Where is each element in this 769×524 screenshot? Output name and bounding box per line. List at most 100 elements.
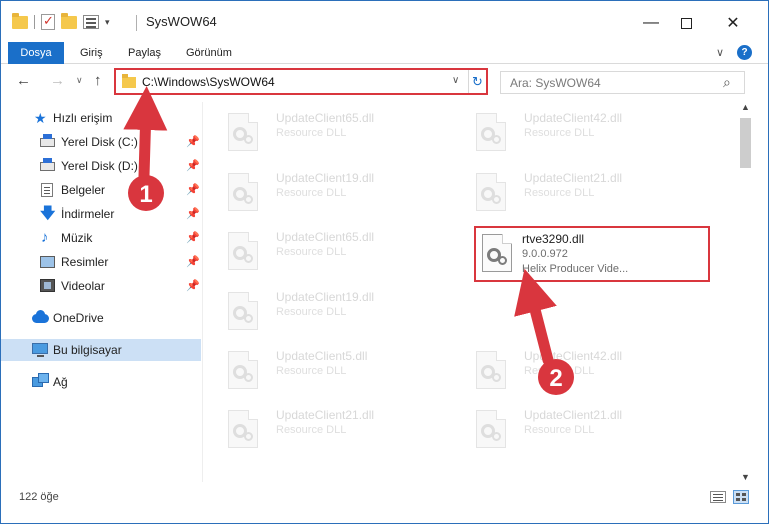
sidebar-item-label: Bu bilgisayar <box>53 343 122 357</box>
pin-icon: 📌 <box>186 184 200 196</box>
pin-icon: 📌 <box>186 232 200 244</box>
address-bar[interactable]: C:\Windows\SysWOW64 ∨ ↻ <box>114 68 488 95</box>
pin-icon: 📌 <box>186 256 200 268</box>
star-icon: ★ <box>34 110 47 126</box>
dll-file-icon <box>228 351 258 389</box>
file-item[interactable]: UpdateClient42.dll Resource DLL <box>452 105 692 163</box>
sidebar-item-this-pc[interactable]: Bu bilgisayar <box>0 339 201 361</box>
file-item[interactable]: UpdateClient5.dll Resource DLL <box>204 343 444 401</box>
sidebar-item-label: Hızlı erişim <box>53 111 113 125</box>
dll-file-icon <box>476 173 506 211</box>
disk-icon <box>40 158 55 171</box>
minimize-icon: — <box>643 14 659 31</box>
details-view-icon[interactable] <box>710 491 726 503</box>
sidebar-item-downloads[interactable]: 🡇 İndirmeler 📌 <box>0 203 201 225</box>
file-name: UpdateClient5.dll <box>276 349 368 363</box>
sidebar-item-videos[interactable]: Videolar 📌 <box>0 275 201 297</box>
file-item[interactable]: UpdateClient65.dll Resource DLL <box>204 224 444 282</box>
sidebar-item-local-disk-d[interactable]: Yerel Disk (D:) 📌 <box>0 155 201 177</box>
search-box[interactable]: Ara: SysWOW64 ⌕ <box>500 71 745 94</box>
ribbon-expand-chevron-icon[interactable]: ∨ <box>716 46 724 59</box>
sidebar-item-quick-access[interactable]: ★ Hızlı erişim <box>0 107 201 129</box>
sidebar-item-label: İndirmeler <box>61 207 115 221</box>
scroll-up-arrow-icon[interactable]: ▲ <box>741 102 750 112</box>
dll-file-icon <box>228 173 258 211</box>
file-name: UpdateClient19.dll <box>276 290 375 304</box>
address-history-chevron-icon[interactable]: ∨ <box>452 75 459 86</box>
sidebar-item-label: Yerel Disk (D:) <box>61 159 138 173</box>
folder-icon[interactable] <box>12 12 28 29</box>
search-input[interactable]: Ara: SysWOW64 <box>510 76 601 90</box>
file-name: UpdateClient21.dll <box>524 171 623 185</box>
quick-access-toolbar: ▾ <box>12 12 110 32</box>
file-item[interactable]: UpdateClient21.dll Resource DLL <box>204 402 444 460</box>
file-version: 9.0.0.972 <box>522 248 568 260</box>
scrollbar-thumb[interactable] <box>740 118 751 168</box>
sidebar-item-local-disk-c[interactable]: Yerel Disk (C:) 📌 <box>0 131 201 153</box>
new-folder-icon[interactable] <box>61 12 77 29</box>
tab-home[interactable]: Giriş <box>80 42 103 64</box>
navigation-pane: ★ Hızlı erişim Yerel Disk (C:) 📌 Yerel D… <box>0 102 203 482</box>
help-icon[interactable]: ? <box>737 45 752 60</box>
file-name: rtve3290.dll <box>522 232 585 246</box>
sidebar-item-documents[interactable]: Belgeler 📌 <box>0 179 201 201</box>
pictures-icon <box>40 256 55 268</box>
window-title: SysWOW64 <box>146 14 217 29</box>
document-icon <box>41 183 53 197</box>
computer-icon <box>32 343 48 357</box>
sidebar-item-label: Ağ <box>53 375 68 389</box>
music-icon: ♪ <box>41 229 49 246</box>
navigation-bar: ← → ∨ ↑ C:\Windows\SysWOW64 ∨ ↻ Ara: Sys… <box>0 64 769 100</box>
sidebar-item-network[interactable]: Ağ <box>0 371 201 393</box>
file-name: UpdateClient19.dll <box>276 171 375 185</box>
highlighted-file-item[interactable]: rtve3290.dll 9.0.0.972 Helix Producer Vi… <box>474 226 710 282</box>
dll-file-icon <box>228 292 258 330</box>
dll-file-icon <box>476 351 506 389</box>
sidebar-item-music[interactable]: ♪ Müzik 📌 <box>0 227 201 249</box>
sidebar-item-label: Videolar <box>61 279 105 293</box>
sidebar-item-onedrive[interactable]: OneDrive <box>0 307 201 329</box>
address-path[interactable]: C:\Windows\SysWOW64 <box>142 75 275 89</box>
refresh-icon[interactable]: ↻ <box>468 70 486 93</box>
properties-check-icon[interactable] <box>41 13 55 30</box>
file-item[interactable]: UpdateClient21.dll Resource DLL <box>452 165 692 223</box>
close-icon: ✕ <box>726 15 740 32</box>
sidebar-item-pictures[interactable]: Resimler 📌 <box>0 251 201 273</box>
file-item[interactable]: UpdateClient65.dll Resource DLL <box>204 105 444 163</box>
file-name: UpdateClient21.dll <box>276 408 375 422</box>
disk-icon <box>40 134 55 147</box>
up-arrow-icon[interactable]: ↑ <box>94 72 102 89</box>
download-icon: 🡇 <box>40 205 56 222</box>
maximize-button[interactable] <box>663 8 709 38</box>
forward-arrow-icon[interactable]: → <box>50 72 65 89</box>
back-arrow-icon[interactable]: ← <box>16 72 31 89</box>
sidebar-item-label: Müzik <box>61 231 93 245</box>
title-divider <box>136 15 137 31</box>
customize-toolbar-chevron-icon[interactable]: ▾ <box>105 17 110 28</box>
properties-icon[interactable] <box>83 15 99 29</box>
onedrive-cloud-icon <box>32 310 49 323</box>
ribbon-tabs: Dosya Giriş Paylaş Görünüm ∨ ? <box>0 42 769 64</box>
file-name: UpdateClient42.dll <box>524 111 623 125</box>
tab-view[interactable]: Görünüm <box>186 42 232 64</box>
vertical-scrollbar[interactable]: ▲ ▼ <box>738 102 754 482</box>
file-name: UpdateClient42.dll <box>524 349 623 363</box>
file-name: UpdateClient65.dll <box>276 230 375 244</box>
search-icon[interactable]: ⌕ <box>723 74 731 91</box>
large-icons-view-icon[interactable] <box>733 490 749 504</box>
file-item[interactable]: UpdateClient42.dll Resource DLL <box>452 343 692 401</box>
scroll-down-arrow-icon[interactable]: ▼ <box>741 472 750 482</box>
file-item[interactable]: UpdateClient21.dll Resource DLL <box>452 402 692 460</box>
file-type: Resource DLL <box>524 187 595 199</box>
file-item[interactable]: UpdateClient19.dll Resource DLL <box>204 165 444 223</box>
dll-file-icon <box>476 410 506 448</box>
folder-icon <box>122 74 136 88</box>
file-item[interactable]: UpdateClient19.dll Resource DLL <box>204 284 444 342</box>
tab-share[interactable]: Paylaş <box>128 42 161 64</box>
close-button[interactable]: ✕ <box>710 8 756 38</box>
tab-file[interactable]: Dosya <box>8 42 64 64</box>
pin-icon: 📌 <box>186 136 200 148</box>
recent-locations-chevron-icon[interactable]: ∨ <box>76 75 83 86</box>
network-icon <box>32 373 49 387</box>
dll-file-icon <box>228 232 258 270</box>
